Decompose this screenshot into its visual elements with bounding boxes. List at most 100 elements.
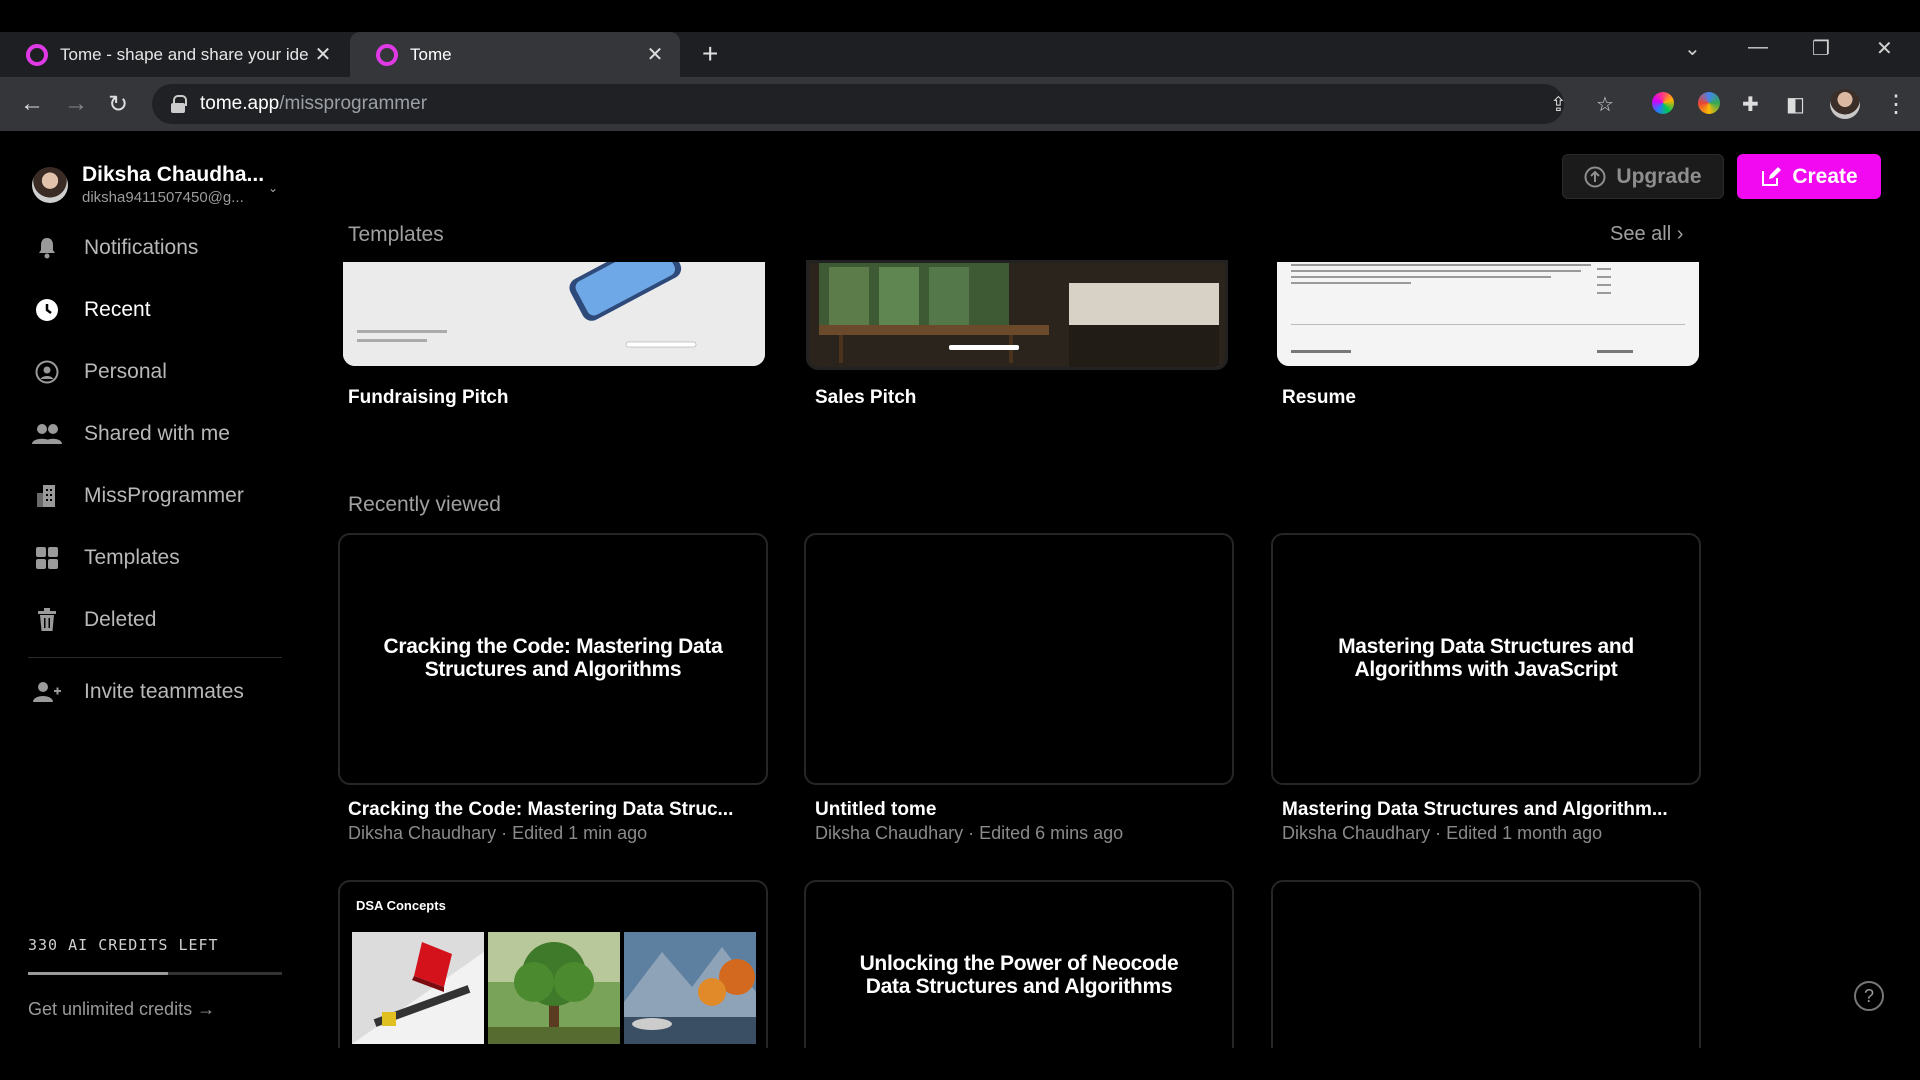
template-label: Fundraising Pitch [348, 387, 509, 408]
invite-label: Invite teammates [84, 680, 244, 703]
tome-favicon-icon [376, 43, 398, 66]
sidebar-item-missprogrammer[interactable]: MissProgrammer [32, 465, 282, 527]
tome-card-untitled[interactable] [804, 533, 1234, 785]
template-card-sales[interactable] [806, 260, 1228, 370]
card-preview-title: Mastering Data Structures and Algorithms… [1338, 635, 1634, 681]
unlimited-label: Get unlimited credits [28, 999, 193, 1019]
new-tab-button[interactable]: + [702, 38, 718, 70]
credits-progress-fill [28, 972, 168, 975]
template-thumbnail [1277, 262, 1699, 366]
sidebar-item-shared[interactable]: Shared with me [32, 403, 282, 465]
side-panel-icon[interactable]: ◧ [1786, 92, 1805, 117]
template-label: Resume [1282, 387, 1356, 408]
card-meta: Diksha Chaudhary · Edited 1 min ago [348, 823, 648, 843]
lock-icon [170, 95, 187, 113]
templates-section-title: Templates [348, 223, 444, 246]
forward-icon[interactable]: → [64, 90, 88, 118]
browser-tabstrip: Tome - shape and share your ide ✕ Tome ✕ [0, 32, 1920, 77]
sidebar-item-templates[interactable]: Templates [32, 527, 282, 589]
close-tab-icon[interactable]: ✕ [312, 42, 334, 67]
bookmark-star-icon[interactable]: ☆ [1596, 92, 1614, 117]
template-thumbnail [809, 263, 1225, 367]
get-unlimited-credits-link[interactable]: Get unlimited credits → [28, 999, 215, 1020]
upgrade-label: Upgrade [1616, 164, 1702, 188]
window-close-icon[interactable]: ✕ [1876, 36, 1893, 61]
card-preview-title: DSA Concepts [356, 898, 446, 913]
see-all-label: See all [1610, 223, 1672, 245]
browser-tab-2[interactable]: Tome ✕ [350, 32, 680, 77]
share-icon[interactable]: ⇪ [1550, 92, 1567, 117]
dsa-concepts-images [352, 932, 756, 1044]
top-letterbox [0, 0, 1920, 32]
tome-card-neocode[interactable]: Unlocking the Power of Neocode Data Stru… [804, 880, 1234, 1048]
clock-icon [32, 295, 62, 325]
card-preview-title: Unlocking the Power of Neocode Data Stru… [859, 952, 1179, 998]
help-icon[interactable]: ? [1854, 981, 1884, 1011]
sidebar-item-label: Templates [84, 546, 180, 569]
tome-app: Diksha Chaudha... diksha9411507450@g... … [0, 131, 1920, 1048]
upgrade-button[interactable]: Upgrade [1562, 154, 1724, 199]
edit-pencil-icon [1762, 166, 1782, 186]
tome-card-blank[interactable] [1271, 880, 1701, 1048]
create-label: Create [1792, 164, 1858, 188]
chevron-down-icon: ⌄ [268, 181, 279, 195]
tome-card-mastering-js[interactable]: Mastering Data Structures and Algorithms… [1271, 533, 1701, 785]
back-icon[interactable]: ← [20, 90, 44, 118]
add-user-icon [32, 677, 62, 707]
account-switcher[interactable]: Diksha Chaudha... diksha9411507450@g... … [32, 163, 278, 206]
sidebar-divider [28, 657, 282, 658]
see-all-link[interactable]: See all › [1610, 223, 1683, 246]
users-icon [32, 419, 62, 449]
upgrade-arrow-icon [1584, 166, 1606, 187]
address-bar[interactable]: tome.app/missprogrammer [152, 84, 1564, 124]
grid-icon [32, 543, 62, 573]
restore-icon[interactable]: ❐ [1812, 36, 1830, 61]
template-card-resume[interactable] [1277, 262, 1699, 366]
sidebar-item-personal[interactable]: Personal [32, 341, 282, 403]
profile-avatar[interactable] [1830, 89, 1860, 119]
template-card-fundraising[interactable] [343, 262, 765, 366]
minimize-icon[interactable]: — [1748, 36, 1768, 59]
chevron-right-icon: › [1676, 223, 1684, 245]
avatar [32, 166, 68, 203]
invite-teammates-button[interactable]: Invite teammates [32, 677, 244, 707]
recently-viewed-title: Recently viewed [348, 493, 501, 516]
sidebar-item-label: Recent [84, 298, 151, 321]
sidebar-item-label: MissProgrammer [84, 484, 244, 507]
sidebar-nav: Notifications Recent Personal Shared wit… [32, 217, 282, 651]
sidebar-item-recent[interactable]: Recent [32, 279, 282, 341]
user-email: diksha9411507450@g... [82, 189, 244, 206]
tab-title: Tome [410, 44, 452, 64]
tome-card-dsa-concepts[interactable]: DSA Concepts [338, 880, 768, 1048]
tome-favicon-icon [26, 43, 48, 66]
tab-search-icon[interactable]: ⌄ [1684, 36, 1701, 61]
extension-google-icon[interactable] [1698, 92, 1720, 114]
sidebar-item-label: Notifications [84, 236, 199, 259]
tab-title: Tome - shape and share your ide [60, 44, 309, 64]
card-title[interactable]: Cracking the Code: Mastering Data Struc.… [348, 799, 733, 821]
card-meta: Diksha Chaudhary · Edited 1 month ago [1282, 823, 1603, 843]
close-tab-icon[interactable]: ✕ [644, 42, 666, 67]
url-host: tome.app [200, 93, 280, 114]
create-button[interactable]: Create [1737, 154, 1881, 199]
card-title[interactable]: Mastering Data Structures and Algorithm.… [1282, 799, 1668, 821]
sidebar-item-label: Deleted [84, 608, 157, 631]
bell-icon [32, 233, 62, 263]
reload-icon[interactable]: ↻ [108, 90, 128, 119]
extension-colorful-icon[interactable] [1652, 92, 1674, 114]
template-thumbnail [343, 262, 765, 366]
arrow-right-icon: → [197, 999, 216, 1019]
browser-menu-icon[interactable]: ⋮ [1884, 90, 1908, 119]
card-meta: Diksha Chaudhary · Edited 6 mins ago [815, 823, 1124, 843]
user-name: Diksha Chaudha... [82, 163, 265, 186]
building-icon [32, 481, 62, 511]
card-title[interactable]: Untitled tome [815, 799, 936, 821]
browser-tab-1[interactable]: Tome - shape and share your ide ✕ [0, 32, 348, 77]
ai-credits-label: 330 AI CREDITS LEFT [28, 936, 219, 954]
sidebar-item-notifications[interactable]: Notifications [32, 217, 282, 279]
extensions-puzzle-icon[interactable]: ✚ [1742, 92, 1759, 117]
sidebar-item-deleted[interactable]: Deleted [32, 589, 282, 651]
tome-card-cracking-code[interactable]: Cracking the Code: Mastering Data Struct… [338, 533, 768, 785]
user-circle-icon [32, 357, 62, 387]
card-preview-title: Cracking the Code: Mastering Data Struct… [383, 635, 723, 681]
